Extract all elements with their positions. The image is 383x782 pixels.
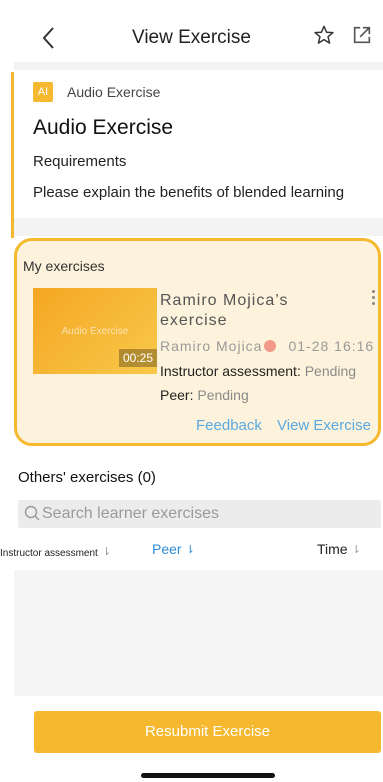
resubmit-exercise-button[interactable]: Resubmit Exercise: [34, 711, 381, 753]
others-exercises-heading: Others' exercises (0): [18, 469, 156, 486]
exercise-type: Audio Exercise: [67, 84, 161, 100]
requirements-label: Requirements: [33, 153, 127, 170]
external-link-icon: [353, 26, 371, 44]
submission-date: 01-28 16:16: [288, 338, 375, 354]
search-bar[interactable]: [18, 500, 381, 528]
sort-label: Instructor assessment: [0, 548, 98, 559]
sort-time[interactable]: Time ⇂: [317, 541, 361, 557]
instructor-assessment-label: Instructor assessment:: [160, 363, 301, 379]
home-indicator: [141, 773, 275, 778]
section-divider: [14, 218, 383, 236]
peer-label: Peer:: [160, 387, 194, 403]
requirements-text: Please explain the benefits of blended l…: [33, 184, 345, 201]
sort-label: Time: [317, 541, 348, 557]
exercise-name[interactable]: Ramiro Mojica’s exercise: [160, 291, 320, 331]
ai-badge: AI: [33, 82, 53, 102]
instructor-assessment-status: Instructor assessment: Pending: [160, 363, 356, 379]
sort-bar: Instructor assessment ⇂ Peer ⇂ Time ⇂: [0, 537, 383, 561]
peer-status: Peer: Pending: [160, 387, 249, 403]
others-exercises-list: [14, 570, 383, 696]
peer-value: Pending: [197, 387, 249, 403]
favorite-button[interactable]: [313, 24, 339, 52]
sort-icon: ⇂: [101, 546, 112, 558]
star-outline-icon: [314, 25, 334, 44]
exercise-info: AI Audio Exercise Audio Exercise Require…: [14, 70, 383, 218]
thumbnail-label: Audio Exercise: [61, 326, 129, 337]
my-exercises-heading: My exercises: [23, 258, 105, 274]
author-line: Ramiro Mojica 01-28 16:16: [160, 338, 374, 354]
section-divider: [14, 62, 383, 70]
sort-label: Peer: [152, 541, 182, 557]
view-exercise-link[interactable]: View Exercise: [277, 417, 371, 434]
sort-peer[interactable]: Peer ⇂: [152, 541, 195, 557]
duration-badge: 00:25: [118, 349, 157, 367]
audio-thumbnail[interactable]: Audio Exercise 00:25: [33, 288, 157, 374]
avatar: [264, 340, 277, 352]
sort-icon: ⇂: [351, 544, 361, 556]
feedback-link[interactable]: Feedback: [196, 417, 262, 434]
search-input[interactable]: [42, 500, 372, 528]
exercise-title: Audio Exercise: [33, 116, 174, 139]
more-vertical-icon: [371, 290, 375, 293]
share-button[interactable]: [351, 24, 377, 52]
my-exercises-card: My exercises Audio Exercise 00:25 Ramiro…: [14, 238, 381, 446]
author-name: Ramiro Mojica: [160, 338, 263, 354]
more-options-button[interactable]: [367, 290, 379, 312]
search-icon: [24, 505, 40, 521]
sort-icon: ⇂: [185, 544, 195, 556]
sort-instructor-assessment[interactable]: Instructor assessment ⇂: [0, 545, 111, 559]
instructor-assessment-value: Pending: [304, 363, 357, 379]
